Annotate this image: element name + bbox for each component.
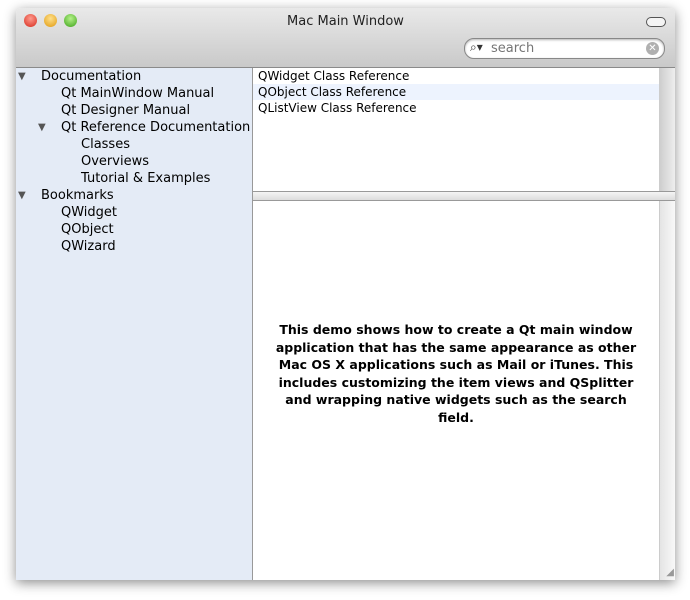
tree-item[interactable]: QWizard: [61, 238, 116, 255]
list-item[interactable]: QWidget Class Reference: [253, 68, 659, 84]
clear-icon[interactable]: ✕: [646, 42, 659, 55]
window-title: Mac Main Window: [287, 14, 404, 29]
resize-grip-icon[interactable]: ◢: [666, 567, 674, 578]
tree-item[interactable]: QObject: [61, 221, 114, 238]
sidebar-tree: ▼ Documentation Qt MainWindow Manual Qt …: [16, 68, 253, 580]
tree-item[interactable]: Overviews: [81, 153, 149, 170]
content-scrollbar[interactable]: ◢: [659, 201, 675, 580]
main-window: Mac Main Window ⌕▾ ✕ ▼ Documentation Qt …: [16, 8, 675, 580]
disclosure-triangle-icon[interactable]: ▼: [18, 190, 26, 201]
toolbar-toggle-button[interactable]: [646, 17, 666, 27]
splitter-handle[interactable]: [253, 191, 675, 201]
content-text-view[interactable]: This demo shows how to create a Qt main …: [253, 201, 659, 580]
tree-item[interactable]: Qt MainWindow Manual: [61, 85, 214, 102]
tree-item[interactable]: Documentation: [41, 68, 141, 85]
tree-item[interactable]: Classes: [81, 136, 130, 153]
disclosure-triangle-icon[interactable]: ▼: [38, 122, 46, 133]
list-item[interactable]: QObject Class Reference: [253, 84, 659, 100]
tree-item[interactable]: Tutorial & Examples: [81, 170, 210, 187]
search-input[interactable]: [489, 40, 643, 57]
list-item[interactable]: QListView Class Reference: [253, 100, 659, 116]
tree-item[interactable]: Qt Reference Documentation: [61, 119, 250, 136]
tree-item[interactable]: Qt Designer Manual: [61, 102, 190, 119]
tree-item[interactable]: QWidget: [61, 204, 117, 221]
content-text: This demo shows how to create a Qt main …: [275, 322, 637, 425]
tree-item[interactable]: Bookmarks: [41, 187, 114, 204]
document-list: QWidget Class Reference QObject Class Re…: [253, 68, 659, 191]
disclosure-triangle-icon[interactable]: ▼: [18, 71, 26, 82]
search-field[interactable]: ⌕▾ ✕: [464, 38, 665, 59]
list-scrollbar[interactable]: [659, 68, 675, 191]
search-icon[interactable]: ⌕▾: [470, 40, 483, 55]
title-toolbar: Mac Main Window ⌕▾ ✕: [16, 8, 675, 68]
